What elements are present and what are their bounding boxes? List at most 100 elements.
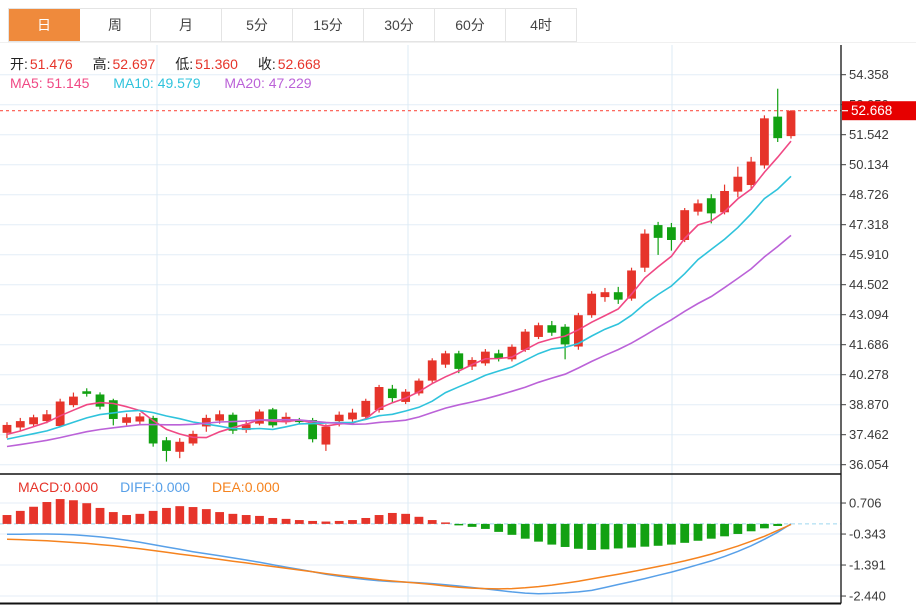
candle-body [268, 409, 277, 425]
candle-body [162, 440, 171, 451]
macd-hist-bar [282, 519, 291, 524]
macd-hist-bar [122, 515, 131, 524]
tab-period-3[interactable]: 月 [151, 9, 222, 41]
ma20-line [7, 235, 791, 446]
ma20-value: 47.229 [269, 75, 312, 91]
candle-body [122, 417, 131, 423]
macd-value: 0.000 [63, 479, 98, 495]
tab-period-4[interactable]: 5分 [222, 9, 293, 41]
candle-body [547, 325, 556, 332]
macd-hist-bar [348, 520, 357, 524]
candle-body [481, 352, 490, 364]
macd-hist-bar [335, 521, 344, 524]
price-tick-label: 54.358 [849, 67, 889, 82]
ma5-line [7, 141, 791, 438]
macd-hist-bar [388, 513, 397, 524]
candle-body [428, 360, 437, 380]
macd-hist-bar [454, 524, 463, 525]
candle-body [534, 325, 543, 337]
candle-body [733, 177, 742, 192]
price-tick-label: 50.134 [849, 157, 889, 172]
macd-hist-bar [255, 516, 264, 524]
macd-hist-bar [96, 508, 105, 524]
ma10-label: MA10: [113, 75, 153, 91]
macd-hist-bar [189, 507, 198, 524]
candle-body [189, 434, 198, 444]
price-tick-label: 48.726 [849, 187, 889, 202]
macd-hist-bar [268, 518, 277, 524]
candle-body [773, 117, 782, 139]
macd-hist-bar [69, 500, 78, 524]
macd-hist-bar [760, 524, 769, 528]
tab-period-1[interactable]: 日 [9, 9, 80, 41]
macd-hist-bar [654, 524, 663, 546]
macd-hist-bar [202, 509, 211, 524]
price-tick-label: 37.462 [849, 427, 889, 442]
macd-hist-bar [667, 524, 676, 545]
candle-body [69, 397, 78, 406]
macd-hist-bar [561, 524, 570, 547]
macd-legend: MACD:0.000 DIFF:0.000 DEA:0.000 [18, 479, 298, 495]
macd-hist-bar [82, 503, 91, 524]
candle-body [601, 292, 610, 297]
tab-period-7[interactable]: 60分 [435, 9, 506, 41]
price-tick-label: 41.686 [849, 337, 889, 352]
macd-hist-bar [375, 515, 384, 524]
diff-label: DIFF: [120, 479, 155, 495]
last-price-tag-label: 52.668 [851, 103, 892, 118]
ma20-label: MA20: [224, 75, 264, 91]
low-label: 低: [175, 56, 193, 72]
dea-label: DEA: [212, 479, 245, 495]
candle-body [348, 413, 357, 420]
tab-period-8[interactable]: 4时 [506, 9, 577, 41]
macd-hist-bar [175, 506, 184, 524]
macd-hist-bar [441, 522, 450, 523]
price-tick-label: 44.502 [849, 277, 889, 292]
candle-body [787, 111, 796, 136]
macd-hist-bar [694, 524, 703, 541]
macd-hist-bar [601, 524, 610, 549]
macd-hist-bar [614, 524, 623, 549]
ma5-label: MA5: [10, 75, 43, 91]
candle-body [96, 394, 105, 406]
candle-body [747, 162, 756, 185]
ma10-value: 49.579 [158, 75, 201, 91]
macd-hist-bar [428, 520, 437, 524]
close-value: 52.668 [278, 56, 321, 72]
macd-hist-bar [773, 524, 782, 526]
macd-hist-bar [547, 524, 556, 545]
candle-body [667, 227, 676, 240]
candle-body [388, 389, 397, 398]
macd-hist-bar [587, 524, 596, 550]
macd-hist-bar [42, 502, 51, 524]
period-tab-bar: 日周月5分15分30分60分4时 [8, 8, 577, 42]
macd-hist-bar [149, 511, 158, 524]
candle-body [175, 442, 184, 452]
tab-period-5[interactable]: 15分 [293, 9, 364, 41]
macd-hist-bar [361, 518, 370, 524]
tab-period-6[interactable]: 30分 [364, 9, 435, 41]
candle-body [135, 416, 144, 421]
candle-body [361, 401, 370, 417]
macd-hist-bar [521, 524, 530, 539]
tab-period-2[interactable]: 周 [80, 9, 151, 41]
candle-body [441, 353, 450, 364]
price-tick-label: 45.910 [849, 247, 889, 262]
macd-tick-label: 0.706 [849, 496, 882, 511]
macd-hist-bar [228, 514, 237, 524]
close-label: 收: [258, 56, 276, 72]
candle-body [587, 294, 596, 316]
macd-hist-bar [640, 524, 649, 547]
macd-hist-bar [747, 524, 756, 531]
candle-body [335, 415, 344, 421]
high-value: 52.697 [113, 56, 156, 72]
candle-body [454, 353, 463, 369]
candle-body [322, 427, 331, 445]
macd-hist-bar [295, 520, 304, 524]
macd-hist-bar [508, 524, 517, 535]
macd-label: MACD: [18, 479, 63, 495]
macd-hist-bar [574, 524, 583, 549]
candle-body [760, 118, 769, 165]
candle-body [255, 412, 264, 424]
price-tick-label: 47.318 [849, 217, 889, 232]
